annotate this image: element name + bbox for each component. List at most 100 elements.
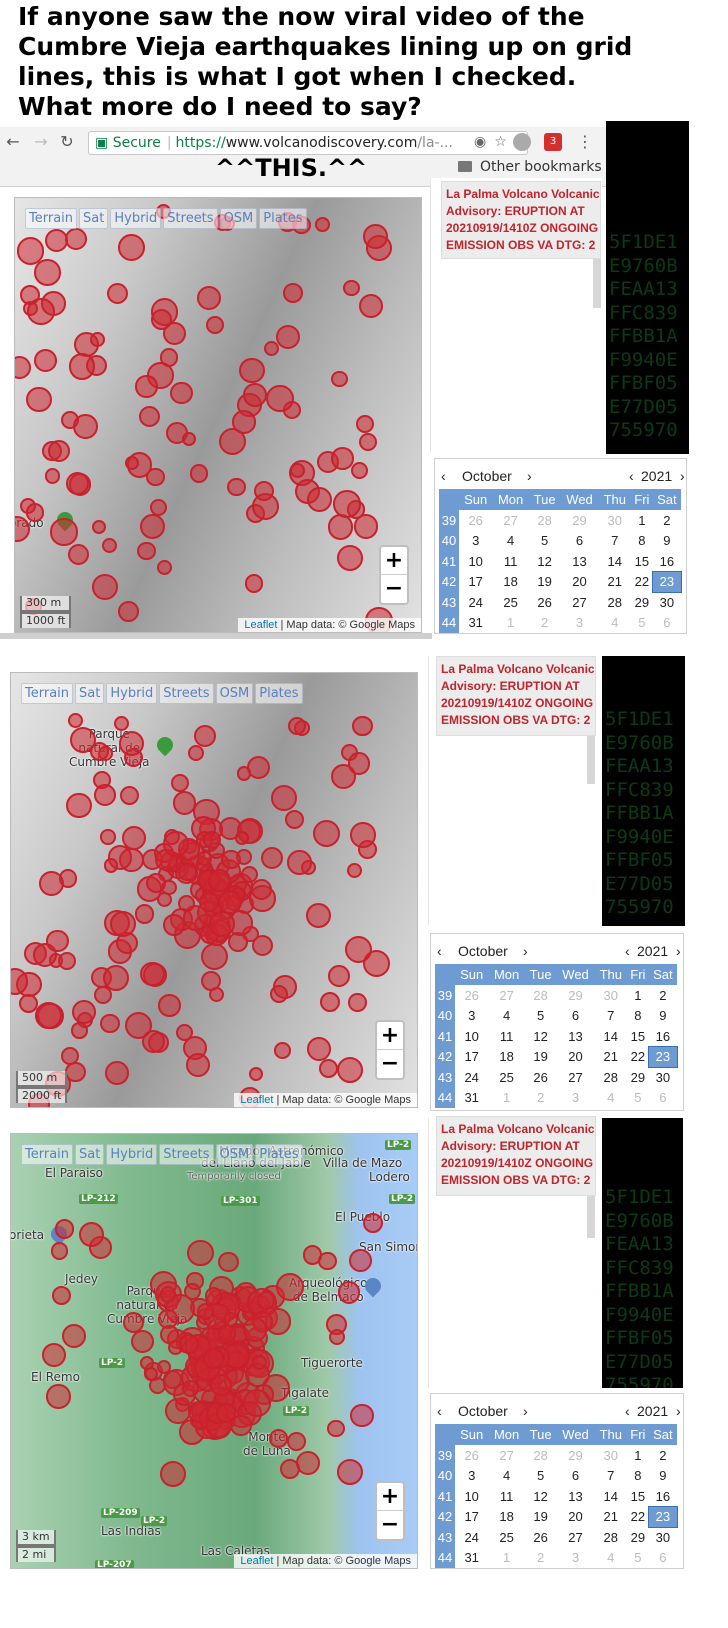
calendar-day[interactable]: 26	[525, 1527, 557, 1548]
earthquake-marker[interactable]	[222, 1311, 239, 1327]
chevron-left-icon[interactable]: ‹	[437, 1398, 442, 1424]
earthquake-marker[interactable]	[187, 1239, 214, 1267]
map-layer-terrain[interactable]: Terrain	[21, 683, 74, 704]
earthquake-marker[interactable]	[353, 514, 378, 539]
calendar-day[interactable]: 7	[595, 1006, 627, 1027]
earthquake-marker[interactable]	[348, 993, 368, 1012]
chevron-right-icon[interactable]: ›	[523, 938, 528, 964]
calendar-day[interactable]: 21	[595, 1507, 627, 1528]
calendar-day[interactable]: 22	[627, 1047, 649, 1068]
earthquake-map-1[interactable]: TerrainSatHybridStreetsOSMPlates orado +…	[14, 197, 422, 633]
calendar-day[interactable]: 4	[488, 1006, 524, 1027]
earthquake-marker[interactable]	[73, 413, 98, 439]
earthquake-marker[interactable]	[67, 543, 90, 566]
earthquake-marker[interactable]	[306, 902, 332, 928]
calendar-day[interactable]: 15	[631, 551, 653, 572]
calendar-day[interactable]: 2	[525, 1088, 557, 1109]
earthquake-marker[interactable]	[250, 878, 272, 901]
calendar-day[interactable]: 17	[459, 572, 492, 593]
earthquake-marker[interactable]	[196, 1302, 214, 1320]
earthquake-marker[interactable]	[208, 910, 236, 938]
earthquake-marker[interactable]	[242, 1317, 268, 1342]
map-layer-sat[interactable]: Sat	[75, 683, 105, 704]
arrow-left-icon[interactable]: ←	[4, 133, 22, 151]
calendar-day[interactable]: 14	[599, 551, 631, 572]
calendar-day[interactable]: 5	[627, 1088, 649, 1109]
calendar-day[interactable]: 4	[599, 613, 631, 634]
calendar-day[interactable]: 14	[595, 1486, 627, 1507]
earthquake-marker[interactable]	[287, 850, 312, 875]
calendar-day[interactable]: 8	[627, 1006, 649, 1027]
earthquake-marker[interactable]	[318, 1058, 339, 1079]
map-layer-streets[interactable]: Streets	[159, 1144, 214, 1165]
calendar-day[interactable]: 14	[595, 1026, 627, 1047]
earthquake-marker[interactable]	[103, 858, 119, 873]
earthquake-marker[interactable]	[50, 1242, 69, 1260]
calendar-day[interactable]: 6	[560, 531, 598, 552]
earthquake-marker[interactable]	[61, 1323, 87, 1348]
map-layer-terrain[interactable]: Terrain	[21, 1144, 74, 1165]
earthquake-marker[interactable]	[331, 447, 354, 470]
earthquake-marker[interactable]	[242, 1389, 271, 1418]
earthquake-marker[interactable]	[106, 283, 128, 305]
earthquake-marker[interactable]	[18, 993, 39, 1014]
earthquake-marker[interactable]	[134, 904, 155, 924]
earthquake-marker[interactable]	[189, 464, 209, 484]
map-layer-streets[interactable]: Streets	[159, 683, 214, 704]
earthquake-marker[interactable]	[333, 490, 361, 518]
calendar-day[interactable]: 5	[627, 1548, 649, 1569]
earthquake-marker[interactable]	[34, 1001, 62, 1029]
earthquake-marker[interactable]	[275, 324, 301, 349]
earthquake-marker[interactable]	[47, 440, 70, 463]
map-layer-plates[interactable]: Plates	[255, 1144, 303, 1165]
calendar-day[interactable]: 1	[627, 985, 649, 1006]
earthquake-marker[interactable]	[187, 744, 204, 762]
earthquake-marker[interactable]	[39, 871, 65, 897]
calendar-day[interactable]: 9	[649, 1466, 677, 1487]
calendar-month[interactable]: October	[458, 938, 508, 964]
calendar-day[interactable]: 29	[627, 1527, 649, 1548]
earthquake-marker[interactable]	[33, 349, 57, 373]
earthquake-marker[interactable]	[145, 872, 166, 893]
chevron-left-icon[interactable]: ‹	[629, 463, 634, 489]
earthquake-marker[interactable]	[102, 964, 129, 991]
chevron-right-icon[interactable]: ›	[680, 463, 685, 489]
calendar-day[interactable]: 30	[649, 1067, 677, 1088]
earthquake-marker[interactable]	[170, 381, 193, 405]
menu-dots-icon[interactable]: ⋮	[576, 133, 594, 151]
earthquake-marker[interactable]	[203, 1348, 224, 1370]
calendar-day[interactable]: 16	[653, 551, 681, 572]
earthquake-marker[interactable]	[46, 929, 69, 953]
calendar-day[interactable]: 8	[627, 1466, 649, 1487]
calendar-day[interactable]: 3	[560, 613, 598, 634]
chevron-right-icon[interactable]: ›	[523, 1398, 528, 1424]
earthquake-marker[interactable]	[205, 1287, 223, 1305]
calendar-year[interactable]: 2021	[641, 463, 672, 489]
calendar-day[interactable]: 29	[556, 985, 594, 1006]
other-bookmarks[interactable]: Other bookmarks	[458, 157, 602, 177]
calendar-day[interactable]: 10	[455, 1026, 488, 1047]
earthquake-marker[interactable]	[209, 987, 224, 1003]
calendar-day[interactable]: 4	[488, 1466, 524, 1487]
calendar-day[interactable]: 28	[599, 592, 631, 613]
chevron-left-icon[interactable]: ‹	[437, 938, 442, 964]
calendar-day[interactable]: 4	[595, 1548, 627, 1569]
calendar-day[interactable]: 22	[631, 572, 653, 593]
map-layer-streets[interactable]: Streets	[163, 208, 218, 229]
earthquake-marker[interactable]	[25, 503, 45, 522]
arrow-right-icon[interactable]: →	[32, 133, 50, 151]
volcanic-advisory-3[interactable]: La Palma Volcano Volcanic Advisory: ERUP…	[436, 1116, 596, 1196]
calendar-day[interactable]: 7	[595, 1466, 627, 1487]
map-layer-hybrid[interactable]: Hybrid	[110, 208, 162, 229]
earthquake-marker[interactable]	[358, 293, 384, 318]
calendar-day[interactable]: 11	[492, 551, 528, 572]
earthquake-marker[interactable]	[15, 516, 30, 543]
calendar-day[interactable]: 1	[492, 613, 528, 634]
zoom-out-button[interactable]: −	[381, 575, 407, 603]
earthquake-marker[interactable]	[92, 519, 107, 534]
earthquake-marker[interactable]	[350, 821, 376, 848]
calendar-day[interactable]: 3	[556, 1548, 594, 1569]
calendar-day[interactable]: 2	[653, 510, 681, 531]
earthquake-marker[interactable]	[15, 356, 31, 380]
calendar-day[interactable]: 19	[525, 1047, 557, 1068]
